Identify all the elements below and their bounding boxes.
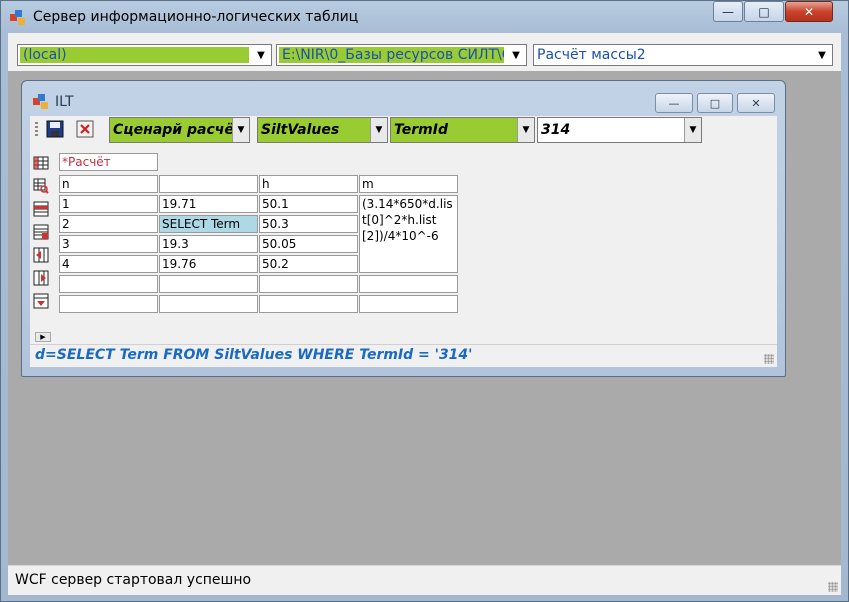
table-cell[interactable] [359, 295, 458, 313]
minimize-button[interactable]: — [713, 1, 743, 22]
table-select-value: SiltValues [258, 118, 370, 142]
table-cell[interactable]: 50.2 [259, 255, 358, 273]
table-cell[interactable]: 4 [59, 255, 158, 273]
delete-column-icon[interactable] [33, 270, 49, 286]
ilt-close-button[interactable]: ✕ [737, 93, 775, 113]
chevron-down-icon[interactable]: ▼ [506, 45, 526, 65]
calculation-select[interactable]: Расчёт массы2 ▼ [533, 44, 833, 66]
chevron-down-icon[interactable]: ▼ [251, 45, 271, 65]
calculation-select-value: Расчёт массы2 [537, 47, 646, 63]
table-cell[interactable] [259, 295, 358, 313]
table-cell[interactable]: 19.3 [159, 235, 258, 253]
ilt-maximize-button[interactable]: □ [697, 93, 733, 113]
table-cell[interactable]: 50.3 [259, 215, 358, 233]
server-select[interactable]: (local) ▼ [17, 44, 272, 66]
toolbar-grip[interactable] [35, 122, 38, 136]
save-icon [46, 120, 64, 138]
table-cell[interactable]: 3 [59, 235, 158, 253]
table-cell[interactable] [59, 275, 158, 293]
scenario-select[interactable]: Сценарй расчё ▼ [109, 117, 250, 143]
table-cell[interactable] [159, 295, 258, 313]
table-cell[interactable] [159, 275, 258, 293]
delete-button[interactable] [76, 120, 94, 138]
column-header[interactable]: n [59, 175, 158, 193]
chevron-down-icon[interactable]: ▼ [517, 118, 534, 142]
table-cell[interactable]: 1 [59, 195, 158, 213]
table-cell[interactable] [59, 295, 158, 313]
move-down-icon[interactable] [33, 293, 49, 309]
table-search-icon[interactable] [33, 178, 49, 194]
maximize-icon: □ [758, 4, 770, 19]
table-cell[interactable] [359, 275, 458, 293]
value-select[interactable]: 314 ▼ [537, 117, 702, 143]
table-cell[interactable]: 50.1 [259, 195, 358, 213]
column-header[interactable]: m [359, 175, 458, 193]
save-button[interactable] [46, 120, 64, 138]
column-header[interactable] [159, 175, 258, 193]
database-path-select[interactable]: E:\NIR\0_Базы ресурсов СИЛТ\С ▼ [276, 44, 527, 66]
insert-column-icon[interactable] [33, 247, 49, 263]
minimize-icon: — [722, 4, 734, 19]
formula-text: d=SELECT Term FROM SiltValues WHERE Term… [35, 347, 473, 363]
close-icon: ✕ [803, 4, 815, 19]
close-icon: ✕ [751, 96, 761, 110]
maximize-icon: □ [709, 96, 721, 110]
chevron-down-icon[interactable]: ▼ [370, 118, 387, 142]
chevron-down-icon[interactable]: ▼ [684, 118, 701, 142]
table-cell[interactable] [259, 275, 358, 293]
scenario-select-value: Сценарй расчё [110, 118, 232, 142]
chevron-down-icon[interactable]: ▼ [232, 118, 249, 142]
ilt-window-title: ILT [55, 94, 74, 110]
app-icon [10, 10, 26, 26]
delete-row-icon[interactable] [33, 224, 49, 240]
minimize-icon: — [668, 96, 680, 110]
maximize-button[interactable]: □ [744, 1, 784, 22]
table-cell[interactable]: 50.05 [259, 235, 358, 253]
table-cell[interactable]: SELECT Term [159, 215, 258, 233]
table-cell[interactable]: 2 [59, 215, 158, 233]
value-select-value: 314 [541, 122, 571, 138]
scroll-right-button[interactable]: ▶ [35, 332, 51, 342]
status-text: WCF сервер стартовал успешно [15, 572, 252, 588]
table-cell[interactable]: 19.71 [159, 195, 258, 213]
delete-icon [76, 120, 94, 138]
inner-resize-grip[interactable] [764, 354, 774, 364]
table-cell[interactable]: 19.76 [159, 255, 258, 273]
table-name-field[interactable]: *Расчёт [59, 153, 158, 171]
chevron-down-icon[interactable]: ▼ [812, 45, 832, 65]
m-formula-cell[interactable]: (3.14*650*d.list[0]^2*h.list[2])/4*10^-6 [359, 195, 458, 273]
window-resize-grip[interactable] [828, 582, 838, 592]
window-title: Сервер информационно-логических таблиц [33, 9, 359, 25]
field-select[interactable]: TermId ▼ [390, 117, 535, 143]
table-select[interactable]: SiltValues ▼ [257, 117, 388, 143]
column-header[interactable]: h [259, 175, 358, 193]
ilt-minimize-button[interactable]: — [655, 93, 693, 113]
field-select-value: TermId [391, 118, 517, 142]
ilt-app-icon [33, 94, 49, 110]
table-grid-icon[interactable] [33, 155, 49, 171]
insert-row-icon[interactable] [33, 201, 49, 217]
database-path-value: E:\NIR\0_Базы ресурсов СИЛТ\С [279, 47, 504, 63]
close-button[interactable]: ✕ [785, 1, 833, 22]
server-select-value: (local) [20, 47, 249, 63]
